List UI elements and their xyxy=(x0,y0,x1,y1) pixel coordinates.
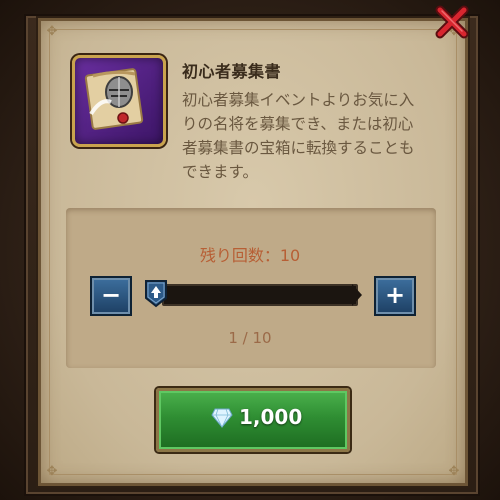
increase-button[interactable]: + xyxy=(374,276,416,316)
item-title: 初心者募集書 xyxy=(182,62,282,81)
quantity-counter: 1 / 10 xyxy=(228,329,272,347)
slider-handle-icon xyxy=(145,280,167,308)
close-icon xyxy=(435,5,469,39)
close-button[interactable] xyxy=(432,2,472,42)
quantity-slider-handle[interactable] xyxy=(143,278,169,308)
item-description: 初心者募集イベントよりお気に入りの名将を募集でき、または初心者募集書の宝箱に転換… xyxy=(182,91,415,181)
quantity-slider-track[interactable] xyxy=(162,284,358,306)
recruitment-scroll-helmet-icon xyxy=(72,55,166,147)
corner-ornament: ✥ xyxy=(46,24,58,39)
diamond-icon xyxy=(211,408,233,428)
purchase-button[interactable]: 1,000 xyxy=(156,388,350,452)
corner-ornament: ✥ xyxy=(448,464,460,479)
purchase-price: 1,000 xyxy=(239,405,303,429)
remaining-count-label: 残り回数：10 xyxy=(199,246,301,265)
slider-arrow-icon xyxy=(352,284,362,306)
decrease-button[interactable]: − xyxy=(90,276,132,316)
corner-ornament: ✥ xyxy=(46,464,58,479)
dialog-stage: ✥ ✥ ✥ ✥ 初心者募集書 初心者募集イベントよりお気に入りの名将を募集でき、… xyxy=(0,0,500,500)
